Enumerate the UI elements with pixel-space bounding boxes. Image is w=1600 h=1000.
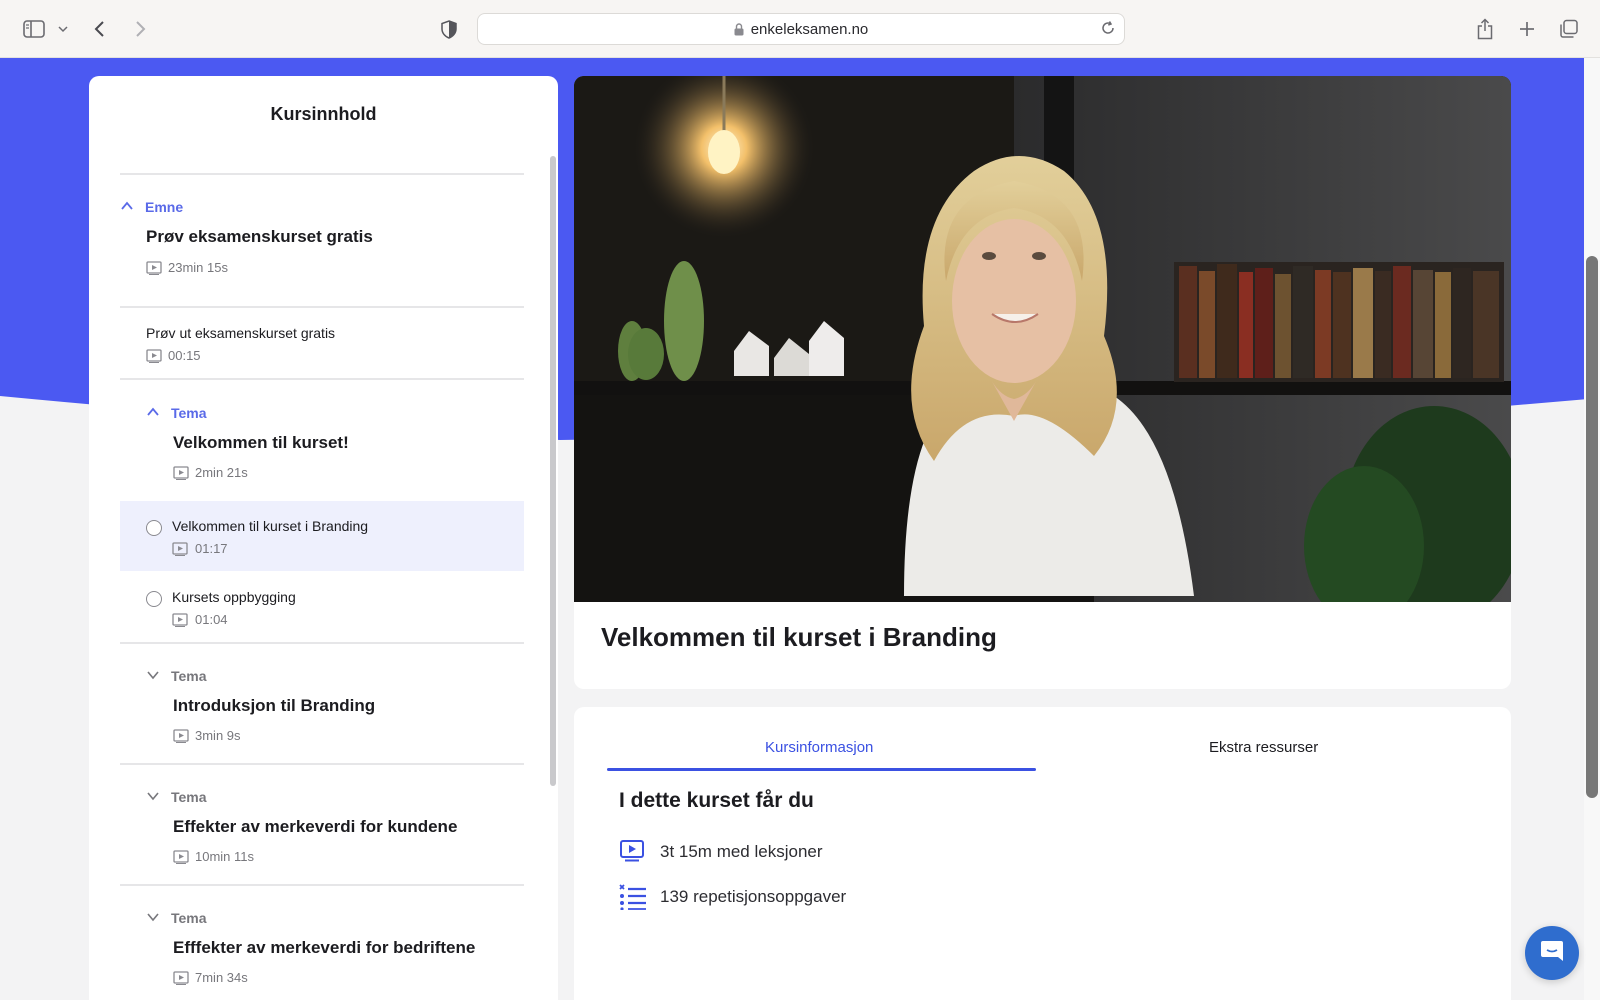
lesson-duration: 01:04 bbox=[172, 612, 228, 627]
video-icon bbox=[172, 612, 188, 627]
chevron-down-icon bbox=[146, 910, 162, 926]
checklist-icon bbox=[619, 884, 647, 910]
tema-duration: 7min 34s bbox=[173, 970, 248, 985]
tab-kursinformasjon[interactable]: Kursinformasjon bbox=[765, 739, 873, 756]
forward-icon[interactable] bbox=[132, 16, 148, 42]
emne-title[interactable]: Prøv eksamenskurset gratis bbox=[146, 227, 373, 247]
sidebar-icon[interactable] bbox=[22, 16, 46, 42]
tema-toggle[interactable]: Tema bbox=[146, 405, 207, 421]
video-icon bbox=[173, 465, 189, 480]
video-title: Velkommen til kurset i Branding bbox=[601, 622, 997, 652]
address-bar[interactable]: enkeleksamen.no bbox=[477, 13, 1125, 45]
video-icon bbox=[173, 728, 189, 743]
info-heading: I dette kurset får du bbox=[619, 789, 814, 812]
lesson-title: Velkommen til kurset i Branding bbox=[172, 518, 369, 534]
tema-toggle[interactable]: Tema bbox=[146, 668, 207, 684]
back-icon[interactable] bbox=[92, 16, 108, 42]
lock-icon bbox=[734, 22, 744, 36]
video-play-icon bbox=[619, 839, 647, 865]
chat-launcher-button[interactable] bbox=[1525, 926, 1579, 980]
chevron-down-icon bbox=[146, 668, 162, 684]
tema-duration: 10min 11s bbox=[173, 849, 254, 864]
lesson-status-radio[interactable] bbox=[146, 591, 162, 607]
emne-label: Emne bbox=[145, 199, 184, 215]
chat-icon bbox=[1539, 939, 1565, 968]
divider bbox=[120, 763, 524, 765]
bookshelf bbox=[1174, 262, 1504, 382]
lesson-status-radio[interactable] bbox=[146, 520, 162, 536]
lesson-item[interactable]: Kursets oppbygging 01:04 bbox=[120, 572, 524, 642]
active-tab-indicator bbox=[607, 768, 1036, 771]
tema-duration: 3min 9s bbox=[173, 728, 241, 743]
tema-toggle[interactable]: Tema bbox=[146, 789, 207, 805]
video-icon bbox=[172, 541, 188, 556]
sidebar-title: Kursinnhold bbox=[270, 104, 377, 124]
video-icon bbox=[173, 849, 189, 864]
course-info-card: Kursinformasjon Ekstra ressurser I dette… bbox=[574, 707, 1511, 1000]
tema-title[interactable]: Efffekter av merkeverdi for bedriftene bbox=[173, 938, 475, 958]
divider bbox=[120, 642, 524, 644]
divider bbox=[120, 884, 524, 886]
video-icon bbox=[146, 348, 162, 363]
emne-duration: 23min 15s bbox=[146, 260, 228, 275]
share-icon[interactable] bbox=[1475, 16, 1495, 42]
reload-icon[interactable] bbox=[1100, 20, 1116, 36]
video-icon bbox=[146, 260, 162, 275]
tema-toggle[interactable]: Tema bbox=[146, 910, 207, 926]
browser-toolbar: enkeleksamen.no bbox=[0, 0, 1600, 58]
video-icon bbox=[173, 970, 189, 985]
shield-icon[interactable] bbox=[440, 16, 458, 42]
chevron-down-icon[interactable] bbox=[56, 16, 70, 42]
tema-title[interactable]: Introduksjon til Branding bbox=[173, 696, 375, 716]
tema-title[interactable]: Effekter av merkeverdi for kundene bbox=[173, 817, 457, 837]
divider bbox=[120, 306, 524, 308]
tabs-overview-icon[interactable] bbox=[1558, 16, 1580, 42]
chevron-up-icon bbox=[120, 199, 136, 215]
lesson-title: Kursets oppbygging bbox=[172, 589, 296, 605]
divider bbox=[120, 173, 524, 175]
tema-title[interactable]: Velkommen til kurset! bbox=[173, 433, 349, 453]
chevron-down-icon bbox=[146, 789, 162, 805]
chevron-up-icon bbox=[146, 405, 162, 421]
tema-duration: 2min 21s bbox=[173, 465, 248, 480]
emne-toggle[interactable]: Emne bbox=[120, 199, 183, 215]
url-text: enkeleksamen.no bbox=[750, 20, 869, 38]
emne-lesson-duration: 00:15 bbox=[146, 348, 201, 363]
lesson-duration: 01:17 bbox=[172, 541, 228, 556]
tab-ekstra-ressurser[interactable]: Ekstra ressurser bbox=[1209, 739, 1318, 756]
emne-lesson-title[interactable]: Prøv ut eksamenskurset gratis bbox=[146, 325, 335, 341]
video-card: Velkommen til kurset i Branding bbox=[574, 76, 1511, 689]
sidebar-scrollbar[interactable] bbox=[550, 156, 556, 786]
page-scrollbar-thumb[interactable] bbox=[1586, 256, 1598, 798]
page-content: Kursinnhold Emne Prøv eksamenskurset gra… bbox=[0, 58, 1600, 1000]
lesson-item-active[interactable]: Velkommen til kurset i Branding 01:17 bbox=[120, 501, 524, 571]
course-content-sidebar: Kursinnhold Emne Prøv eksamenskurset gra… bbox=[89, 76, 558, 1000]
info-row-tasks: 139 repetisjonsoppgaver bbox=[619, 884, 846, 910]
info-row-lessons: 3t 15m med leksjoner bbox=[619, 839, 823, 865]
video-player[interactable] bbox=[574, 76, 1511, 602]
divider bbox=[120, 378, 524, 380]
new-tab-icon[interactable] bbox=[1517, 16, 1537, 42]
